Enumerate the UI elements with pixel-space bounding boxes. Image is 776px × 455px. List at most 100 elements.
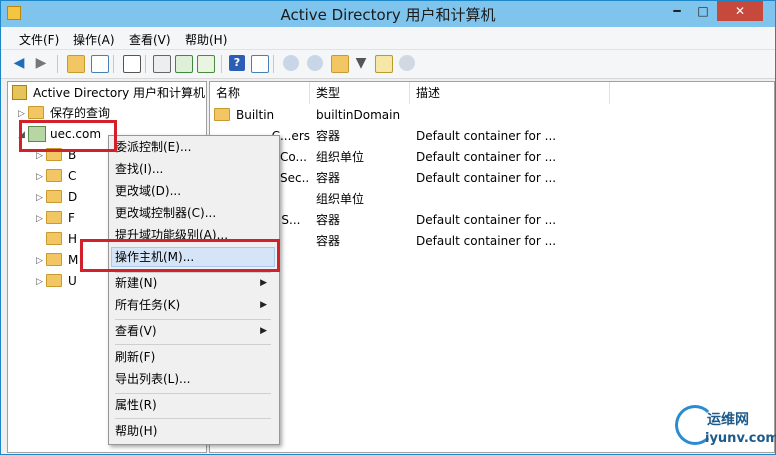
maximize-button[interactable]: □ <box>691 1 715 21</box>
menu-item-all-tasks[interactable]: 所有任务(K) ▶ <box>115 295 271 315</box>
tree-item-label: 保存的查询 <box>50 106 111 120</box>
menu-separator <box>115 393 271 394</box>
menu-help[interactable]: 帮助(H) <box>185 31 227 48</box>
new-user-icon[interactable] <box>283 55 299 71</box>
menu-item-view[interactable]: 查看(V) ▶ <box>115 321 271 341</box>
row-type: 容器 <box>316 234 341 248</box>
row-description: Default container for ... <box>416 150 557 164</box>
submenu-arrow-icon: ▶ <box>260 326 267 336</box>
toolbar-separator <box>57 55 58 73</box>
toolbar: ◀ ▶ ? ▼ <box>1 50 775 79</box>
tree-item-child[interactable]: ▷ U <box>36 271 77 291</box>
watermark-logo: 运维网 iyunv.com <box>671 401 776 453</box>
tree-item-child[interactable]: ▷ C <box>36 166 76 186</box>
row-type: 容器 <box>316 213 341 227</box>
column-header-type[interactable]: 类型 <box>310 82 410 104</box>
folder-icon <box>28 106 44 119</box>
tree-item-label: H <box>68 232 78 246</box>
toolbar-separator <box>145 55 146 73</box>
expand-arrow-icon[interactable]: ▷ <box>36 272 46 292</box>
menu-item-new[interactable]: 新建(N) ▶ <box>115 273 271 293</box>
back-arrow-icon[interactable]: ◀ <box>11 55 27 71</box>
menu-item-properties[interactable]: 属性(R) <box>115 395 271 415</box>
tree-item-child[interactable]: ▷ F <box>36 208 75 228</box>
show-hide-tree-icon[interactable] <box>91 55 109 73</box>
menu-item-refresh[interactable]: 刷新(F) <box>115 347 271 367</box>
tree-item-child[interactable]: ▷ M <box>36 250 78 270</box>
ad-users-computers-icon <box>12 85 27 100</box>
tree-item-label: F <box>68 211 75 225</box>
folder-icon <box>46 232 62 245</box>
menu-file[interactable]: 文件(F) <box>19 31 59 48</box>
find-icon[interactable] <box>375 55 393 73</box>
menu-item-find[interactable]: 查找(I)... <box>115 159 271 179</box>
refresh-icon[interactable] <box>175 55 193 73</box>
properties-icon[interactable] <box>251 55 269 73</box>
tree-item-child[interactable]: ▷ D <box>36 187 77 207</box>
window-title: Active Directory 用户和计算机 <box>280 6 496 24</box>
add-to-group-icon[interactable] <box>399 55 415 71</box>
new-group-icon[interactable] <box>307 55 323 71</box>
row-name: Co... <box>280 150 307 164</box>
annotation-box-operations-masters <box>80 239 280 272</box>
row-type: 组织单位 <box>316 150 365 164</box>
row-name: Builtin <box>236 108 275 122</box>
annotation-box-domain <box>19 120 117 152</box>
watermark-text-url: iyunv.com <box>705 431 776 446</box>
menu-view[interactable]: 查看(V) <box>129 31 171 48</box>
submenu-arrow-icon: ▶ <box>260 278 267 288</box>
tree-item-label: M <box>68 253 79 267</box>
menu-item-label: 所有任务(K) <box>115 298 181 312</box>
title-bar: Active Directory 用户和计算机 ━ □ ✕ <box>1 1 775 27</box>
expand-arrow-icon[interactable]: ▷ <box>36 167 46 187</box>
minimize-button[interactable]: ━ <box>665 1 689 21</box>
toolbar-separator <box>273 55 274 73</box>
tree-item-child[interactable]: H <box>46 229 77 249</box>
row-description: Default container for ... <box>416 171 557 185</box>
tree-root[interactable]: Active Directory 用户和计算机 <box>12 83 205 103</box>
toolbar-separator <box>221 55 222 73</box>
row-type: 容器 <box>316 171 341 185</box>
export-list-icon[interactable] <box>197 55 215 73</box>
folder-icon <box>46 211 62 224</box>
copy-icon[interactable] <box>153 55 171 73</box>
forward-arrow-icon[interactable]: ▶ <box>33 55 49 71</box>
menu-separator <box>115 319 271 320</box>
menu-item-change-dc[interactable]: 更改域控制器(C)... <box>115 203 271 223</box>
folder-icon <box>46 253 62 266</box>
menu-item-change-domain[interactable]: 更改域(D)... <box>115 181 271 201</box>
close-button[interactable]: ✕ <box>717 1 763 21</box>
row-type: 组织单位 <box>316 192 365 206</box>
expand-arrow-icon[interactable]: ▷ <box>36 251 46 271</box>
tree-root-label: Active Directory 用户和计算机 <box>33 86 206 100</box>
row-name: Sec... <box>280 171 310 185</box>
app-window: Active Directory 用户和计算机 ━ □ ✕ 文件(F) 操作(A… <box>0 0 776 455</box>
row-name <box>280 231 310 251</box>
column-header-description[interactable]: 描述 <box>410 82 610 104</box>
column-header-name[interactable]: 名称 <box>210 82 310 104</box>
filter-icon[interactable]: ▼ <box>353 55 369 71</box>
menu-item-label: 查看(V) <box>115 324 157 338</box>
menu-bar: 文件(F) 操作(A) 查看(V) 帮助(H) <box>1 27 775 50</box>
row-type: builtinDomain <box>316 108 401 122</box>
tree-item-label: U <box>68 274 77 288</box>
menu-action[interactable]: 操作(A) <box>73 31 115 48</box>
folder-icon <box>46 190 62 203</box>
folder-icon <box>46 169 62 182</box>
row-name-cell: Builtin <box>214 105 310 125</box>
menu-item-help[interactable]: 帮助(H) <box>115 421 271 441</box>
expand-arrow-icon[interactable]: ▷ <box>36 209 46 229</box>
help-icon[interactable]: ? <box>229 55 245 71</box>
up-folder-icon[interactable] <box>67 55 85 73</box>
clipboard-icon[interactable] <box>123 55 141 73</box>
menu-separator <box>115 418 271 419</box>
new-ou-icon[interactable] <box>331 55 349 73</box>
expand-arrow-icon[interactable]: ▷ <box>36 188 46 208</box>
row-type: 容器 <box>316 129 341 143</box>
watermark-text-cn: 运维网 <box>707 412 749 428</box>
context-menu: 委派控制(E)... 查找(I)... 更改域(D)... 更改域控制器(C).… <box>108 135 280 445</box>
folder-icon <box>46 274 62 287</box>
menu-item-delegate-control[interactable]: 委派控制(E)... <box>115 137 271 157</box>
toolbar-separator <box>113 55 114 73</box>
menu-item-export-list[interactable]: 导出列表(L)... <box>115 369 271 389</box>
